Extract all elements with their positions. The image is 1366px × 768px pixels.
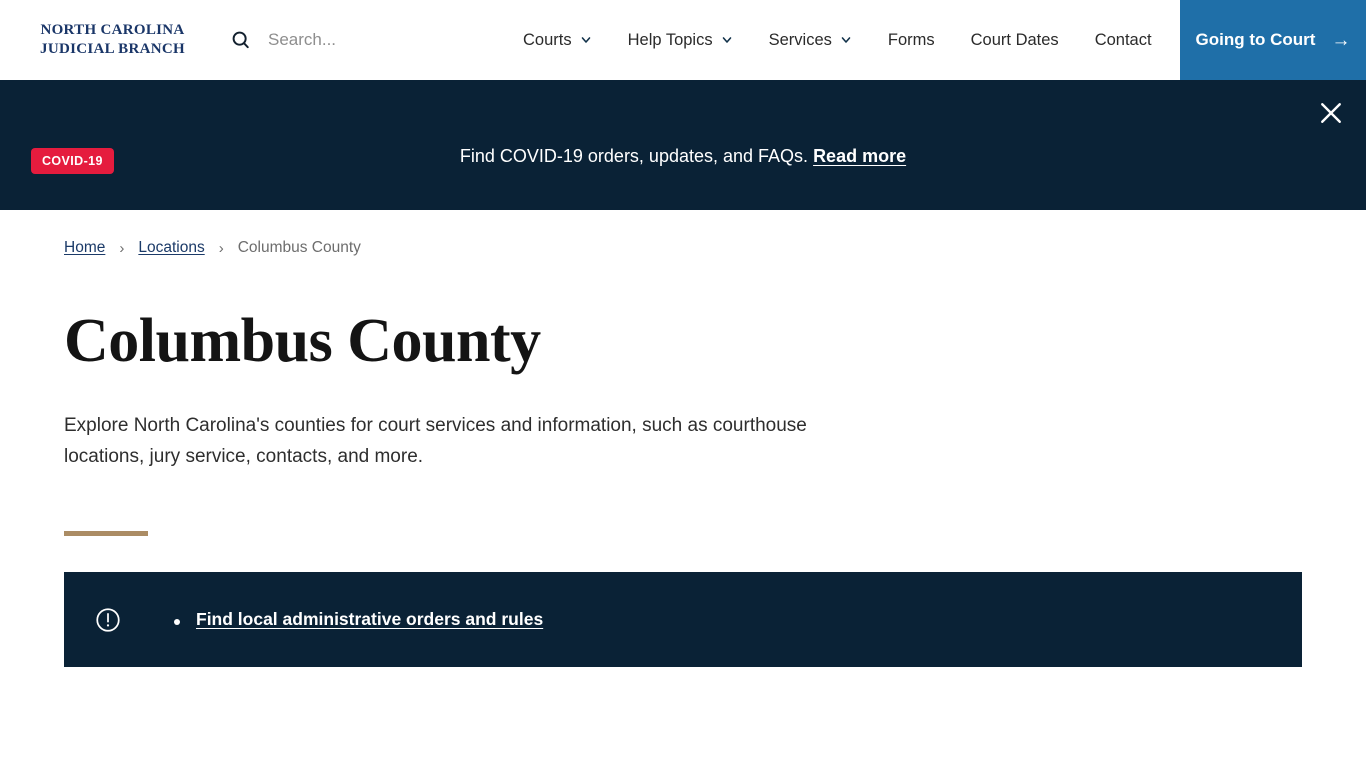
list-item: Find local administrative orders and rul… <box>174 609 543 630</box>
site-header: NORTH CAROLINA JUDICIAL BRANCH Courts He… <box>0 0 1366 80</box>
search-input[interactable] <box>268 30 468 50</box>
page-title: Columbus County <box>64 307 541 375</box>
main-navigation: Courts Help Topics Services Forms Court … <box>505 0 1170 80</box>
breadcrumb-item-locations[interactable]: Locations <box>138 239 204 257</box>
alert-body: Find local administrative orders and rul… <box>174 609 543 630</box>
exclamation-circle-icon <box>96 607 120 632</box>
nav-item-services[interactable]: Services <box>751 0 870 80</box>
covid-banner-message: Find COVID-19 orders, updates, and FAQs.… <box>0 146 1366 167</box>
arrow-right-icon: → <box>1331 29 1351 51</box>
covid-read-more-link[interactable]: Read more <box>813 146 906 166</box>
search-icon[interactable] <box>230 29 252 51</box>
alert-box: Find local administrative orders and rul… <box>64 572 1302 668</box>
section-divider <box>64 531 148 537</box>
nav-item-courts[interactable]: Courts <box>505 0 610 80</box>
breadcrumb: Home › Locations › Columbus County <box>64 210 1366 257</box>
nav-label-services: Services <box>768 30 832 49</box>
chevron-down-icon <box>722 37 731 43</box>
alert-link-local-orders[interactable]: Find local administrative orders and rul… <box>196 609 543 629</box>
nav-label-forms: Forms <box>887 30 935 49</box>
nav-label-court-dates: Court Dates <box>970 30 1059 49</box>
alert-link-list: Find local administrative orders and rul… <box>174 609 543 630</box>
close-icon[interactable] <box>1316 98 1346 128</box>
nav-label-courts: Courts <box>523 30 572 49</box>
main-content: Home › Locations › Columbus County Colum… <box>0 210 1366 668</box>
going-to-court-label: Going to Court <box>1195 30 1316 49</box>
chevron-down-icon <box>841 37 851 43</box>
nav-label-help-topics: Help Topics <box>627 30 713 49</box>
nav-item-help-topics[interactable]: Help Topics <box>610 0 751 80</box>
breadcrumb-separator: › <box>119 239 125 257</box>
breadcrumb-item-home[interactable]: Home <box>64 239 105 257</box>
breadcrumb-item-current: Columbus County <box>237 239 361 256</box>
site-logo[interactable]: NORTH CAROLINA JUDICIAL BRANCH <box>25 21 200 59</box>
nav-item-court-dates[interactable]: Court Dates <box>953 0 1077 80</box>
search-bar[interactable] <box>230 20 468 60</box>
covid-banner-text: Find COVID-19 orders, updates, and FAQs. <box>459 146 809 166</box>
logo-line-2: JUDICIAL BRANCH <box>40 41 185 57</box>
nav-item-contact[interactable]: Contact <box>1077 0 1170 80</box>
chevron-down-icon <box>581 37 590 43</box>
breadcrumb-separator: › <box>218 239 224 257</box>
logo-line-1: NORTH CAROLINA <box>40 22 185 38</box>
nav-label-contact: Contact <box>1094 30 1152 49</box>
page-description: Explore North Carolina's counties for co… <box>64 415 807 468</box>
covid-banner: COVID-19 Find COVID-19 orders, updates, … <box>0 80 1366 210</box>
nav-item-forms[interactable]: Forms <box>870 0 953 80</box>
going-to-court-button[interactable]: Going to Court → <box>1180 0 1366 80</box>
